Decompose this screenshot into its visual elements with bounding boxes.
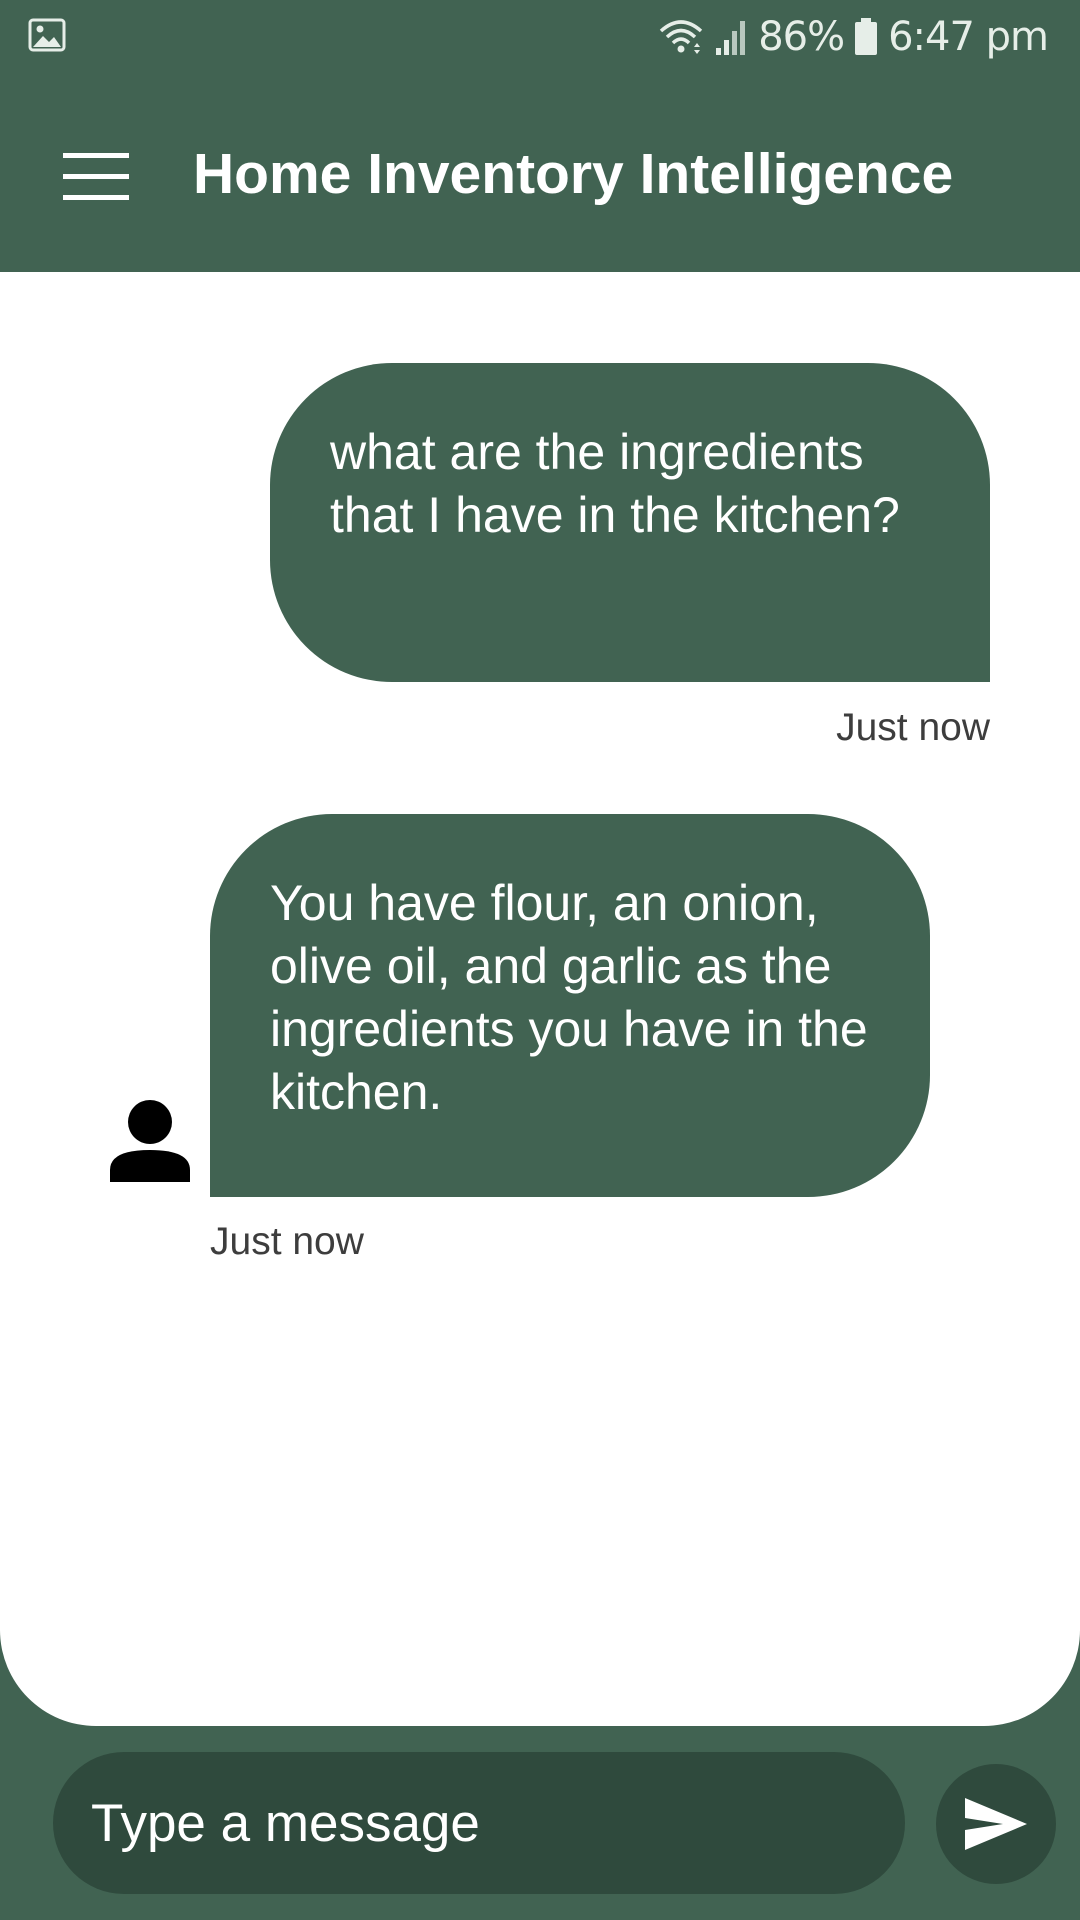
- wifi-icon: [660, 20, 703, 54]
- sent-message-text: what are the ingredients that I have in …: [330, 424, 900, 543]
- status-indicators: 86% 6:47 pm: [658, 12, 1049, 62]
- message-input[interactable]: [89, 1791, 873, 1855]
- signal-icon: [716, 21, 746, 55]
- received-message-timestamp: Just now: [210, 1220, 364, 1263]
- battery-icon: [855, 18, 878, 55]
- received-message-bubble[interactable]: You have flour, an onion, olive oil, and…: [210, 814, 930, 1197]
- send-icon: [965, 1798, 1027, 1850]
- received-message-text: You have flour, an onion, olive oil, and…: [270, 875, 868, 1120]
- message-composer: [53, 1752, 905, 1894]
- person-icon: [110, 1100, 190, 1182]
- chat-area[interactable]: what are the ingredients that I have in …: [0, 272, 1080, 1726]
- menu-icon: [63, 153, 129, 200]
- status-bar: 86% 6:47 pm: [0, 0, 1080, 74]
- gallery-icon: [28, 18, 66, 52]
- app-bar: Home Inventory Intelligence: [0, 74, 1080, 272]
- sent-message-timestamp: Just now: [836, 706, 990, 749]
- send-button[interactable]: [936, 1764, 1056, 1884]
- status-time: 6:47 pm: [888, 14, 1049, 60]
- app-title: Home Inventory Intelligence: [193, 142, 954, 206]
- menu-button[interactable]: [54, 134, 138, 218]
- sent-message-bubble[interactable]: what are the ingredients that I have in …: [270, 363, 990, 682]
- battery-percent: 86%: [758, 14, 845, 60]
